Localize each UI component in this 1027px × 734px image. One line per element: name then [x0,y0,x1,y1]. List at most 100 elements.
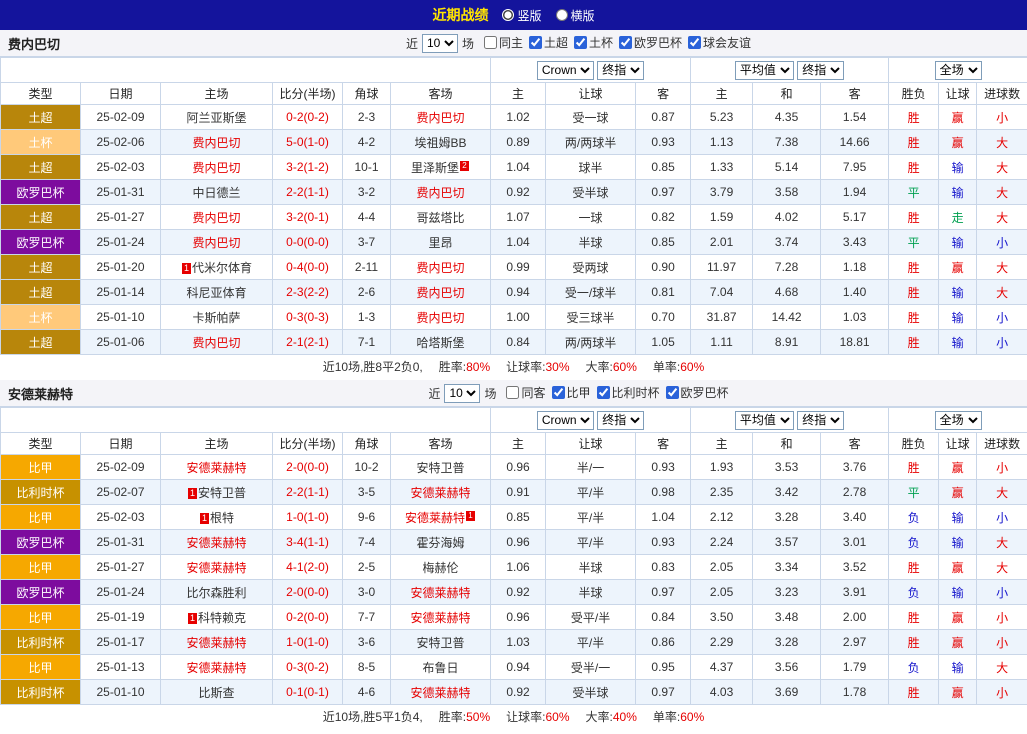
filter-checkbox[interactable] [506,386,519,399]
home-team-link[interactable]: 费内巴切 [192,236,240,250]
avg-source-select[interactable]: 平均值 [735,61,794,80]
avg-away-cell: 3.43 [821,230,889,255]
avg-stage-select[interactable]: 终指 [797,411,844,430]
away-team-link[interactable]: 布鲁日 [423,661,459,675]
filter-球会友谊[interactable]: 球会友谊 [688,34,751,51]
avg-source-select[interactable]: 平均值 [735,411,794,430]
away-team-link[interactable]: 安特卫普 [417,461,465,475]
home-team-cell: 安德莱赫特 [161,555,273,580]
col-type: 类型 [1,433,81,455]
avg-stage-select[interactable]: 终指 [797,61,844,80]
home-team-link[interactable]: 安德莱赫特 [186,536,246,550]
home-team-link[interactable]: 安德莱赫特 [186,561,246,575]
match-count-select[interactable]: 10 [422,34,458,53]
home-team-link[interactable]: 安特卫普 [198,486,246,500]
filter-checkbox[interactable] [529,36,542,49]
away-team-link[interactable]: 埃祖姆BB [415,136,467,150]
away-team-link[interactable]: 安德莱赫特 [411,611,471,625]
filter-checkbox[interactable] [597,386,610,399]
away-team-link[interactable]: 安德莱赫特 [411,486,471,500]
avg-home-cell: 2.12 [691,505,753,530]
home-team-link[interactable]: 阿兰亚斯堡 [186,111,246,125]
home-team-link[interactable]: 卡斯帕萨 [192,311,240,325]
avg-away-cell: 1.54 [821,105,889,130]
result-wdl-cell: 负 [889,505,939,530]
home-team-link[interactable]: 比斯查 [198,686,234,700]
result-goals-cell: 大 [977,280,1027,305]
filter-土杯[interactable]: 土杯 [574,34,613,51]
avg-away-cell: 1.79 [821,655,889,680]
vertical-radio[interactable] [502,9,514,21]
away-team-link[interactable]: 哈塔斯堡 [417,336,465,350]
away-team-cell: 埃祖姆BB [391,130,491,155]
result-goals-cell: 小 [977,330,1027,355]
away-team-link[interactable]: 梅赫伦 [423,561,459,575]
scope-select[interactable]: 全场 [935,411,982,430]
odds-stage-select[interactable]: 终指 [597,411,644,430]
away-team-link[interactable]: 费内巴切 [417,286,465,300]
home-team-link[interactable]: 根特 [210,511,234,525]
avg-draw-cell: 5.14 [753,155,821,180]
filter-欧罗巴杯[interactable]: 欧罗巴杯 [666,384,729,401]
match-count-select[interactable]: 10 [444,384,480,403]
odds-source-select[interactable]: Crown [537,411,594,430]
result-goals-cell: 小 [977,455,1027,480]
home-team-link[interactable]: 费内巴切 [192,136,240,150]
away-team-link[interactable]: 费内巴切 [417,111,465,125]
match-row: 比甲25-02-09安德莱赫特2-0(0-0)10-2安特卫普0.96半/一0.… [1,455,1027,480]
result-goals-cell: 大 [977,205,1027,230]
home-odds-cell: 0.96 [491,455,546,480]
away-team-link[interactable]: 费内巴切 [417,261,465,275]
filter-比利时杯[interactable]: 比利时杯 [597,384,660,401]
filter-checkbox[interactable] [484,36,497,49]
away-team-link[interactable]: 安特卫普 [417,636,465,650]
away-team-link[interactable]: 里泽斯堡 [411,161,459,175]
filter-checkbox[interactable] [574,36,587,49]
home-team-link[interactable]: 安德莱赫特 [186,636,246,650]
horizontal-radio[interactable] [556,9,568,21]
layout-vertical-option[interactable]: 竖版 [502,7,541,24]
home-team-link[interactable]: 费内巴切 [192,211,240,225]
filter-checkbox[interactable] [688,36,701,49]
home-team-link[interactable]: 费内巴切 [192,161,240,175]
away-team-cell: 安德莱赫特 [391,480,491,505]
scope-select[interactable]: 全场 [935,61,982,80]
away-team-link[interactable]: 费内巴切 [417,311,465,325]
filter-label: 比利时杯 [612,384,660,401]
away-team-link[interactable]: 安德莱赫特 [411,586,471,600]
away-team-link[interactable]: 霍芬海姆 [417,536,465,550]
filter-checkbox[interactable] [619,36,632,49]
odds-stage-select[interactable]: 终指 [597,61,644,80]
filter-checkbox[interactable] [552,386,565,399]
filter-欧罗巴杯[interactable]: 欧罗巴杯 [619,34,682,51]
away-odds-cell: 0.98 [636,480,691,505]
home-team-link[interactable]: 科尼亚体育 [186,286,246,300]
home-team-link[interactable]: 比尔森胜利 [186,586,246,600]
filter-同主[interactable]: 同主 [484,34,523,51]
layout-horizontal-option[interactable]: 横版 [556,7,595,24]
filter-checkbox[interactable] [666,386,679,399]
home-team-link[interactable]: 安德莱赫特 [186,661,246,675]
home-team-link[interactable]: 科特赖克 [198,611,246,625]
away-team-link[interactable]: 费内巴切 [417,186,465,200]
filter-同客[interactable]: 同客 [506,384,545,401]
col-score: 比分(半场) [273,433,343,455]
handicap-cell: 受一球 [546,105,636,130]
away-team-link[interactable]: 安德莱赫特 [411,686,471,700]
filter-土超[interactable]: 土超 [529,34,568,51]
away-team-link[interactable]: 哥兹塔比 [417,211,465,225]
avg-draw-cell: 3.48 [753,605,821,630]
home-team-link[interactable]: 安德莱赫特 [186,461,246,475]
filter-label: 欧罗巴杯 [681,384,729,401]
league-type-cell: 比甲 [1,655,81,680]
away-team-cell: 费内巴切 [391,280,491,305]
home-team-link[interactable]: 中日德兰 [192,186,240,200]
filter-比甲[interactable]: 比甲 [552,384,591,401]
away-team-cell: 梅赫伦 [391,555,491,580]
summary-prefix: 近10场,胜5平1负4, [323,710,423,724]
home-team-link[interactable]: 代米尔体育 [192,261,252,275]
away-team-link[interactable]: 安德莱赫特 [405,511,465,525]
away-team-link[interactable]: 里昂 [429,236,453,250]
odds-source-select[interactable]: Crown [537,61,594,80]
home-team-link[interactable]: 费内巴切 [192,336,240,350]
